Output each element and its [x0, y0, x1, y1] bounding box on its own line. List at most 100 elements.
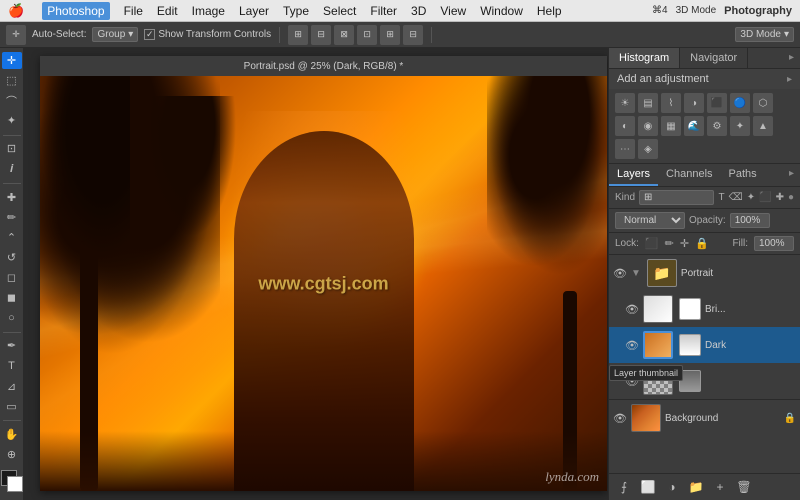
adj-gradient-icon[interactable]: ⋯ [615, 139, 635, 159]
menu-filter[interactable]: Filter [370, 4, 397, 18]
clone-tool[interactable]: ⌃ [2, 229, 22, 246]
group-portrait-arrow[interactable]: ▼ [631, 268, 641, 279]
adj-brightness-icon[interactable]: ☀ [615, 93, 635, 113]
menu-view[interactable]: View [440, 4, 466, 18]
auto-select-dropdown[interactable]: Group ▾ [92, 27, 138, 42]
workspace-label[interactable]: Photography [724, 5, 792, 17]
opacity-value[interactable]: 100% [730, 213, 770, 228]
tab-navigator[interactable]: Navigator [680, 48, 748, 68]
add-layer-btn[interactable]: + [711, 478, 729, 496]
adj-photofilter-icon[interactable]: ◉ [638, 116, 658, 136]
add-group-btn[interactable]: 📁 [687, 478, 705, 496]
blend-mode-select[interactable]: Normal [615, 212, 685, 229]
layer-dark-eye[interactable]: 👁 [625, 338, 639, 352]
menu-help[interactable]: Help [537, 4, 562, 18]
adj-invert-icon[interactable]: ⚙ [707, 116, 727, 136]
selection-tool[interactable]: ⬚ [2, 72, 22, 89]
menu-image[interactable]: Image [192, 4, 225, 18]
adj-selective-icon[interactable]: ◈ [638, 139, 658, 159]
lock-paint-icon[interactable]: ✏ [665, 237, 674, 250]
wand-tool[interactable]: ✦ [2, 112, 22, 129]
menu-3d[interactable]: 3D [411, 4, 426, 18]
layer-bg-eye[interactable]: 👁 [613, 411, 627, 425]
layer-dark[interactable]: 👁 Dark Layer thumbnail [609, 327, 800, 363]
layers-menu-arrow[interactable]: ▸ [783, 164, 800, 186]
shape-tool[interactable]: ▭ [2, 398, 22, 415]
align-middle-icon[interactable]: ⊞ [380, 25, 400, 45]
adjustments-header: Add an adjustment ▸ [609, 69, 800, 89]
menu-photoshop[interactable]: Photoshop [42, 2, 109, 20]
path-tool[interactable]: ⊿ [2, 378, 22, 395]
gradient-tool[interactable]: ◼ [2, 289, 22, 306]
eraser-tool[interactable]: ◻ [2, 269, 22, 286]
add-style-btn[interactable]: ⨍ [615, 478, 633, 496]
tab-channels[interactable]: Channels [658, 164, 720, 186]
layer-background[interactable]: 👁 Background 🔒 [609, 400, 800, 436]
adj-hsl-icon[interactable]: 🔵 [730, 93, 750, 113]
adj-levels-icon[interactable]: ▤ [638, 93, 658, 113]
tab-layers[interactable]: Layers [609, 164, 658, 186]
eyedropper-tool[interactable]: 𝒊 [2, 161, 22, 178]
tab-paths[interactable]: Paths [721, 164, 765, 186]
figure-silhouette [234, 131, 414, 491]
canvas-image[interactable]: www.cgtsj.com lynda.com [40, 76, 607, 491]
history-tool[interactable]: ↺ [2, 249, 22, 266]
move-tool[interactable]: ✛ [2, 52, 22, 69]
menu-layer[interactable]: Layer [239, 4, 269, 18]
background-color[interactable] [7, 476, 23, 492]
adj-bw-icon[interactable]: ◐ [615, 116, 635, 136]
adj-vibrance-icon[interactable]: ⬛ [707, 93, 727, 113]
layer-bri-eye[interactable]: 👁 [625, 302, 639, 316]
auto-select-label: Auto-Select: [32, 29, 86, 40]
add-mask-btn[interactable]: ⬜ [639, 478, 657, 496]
apple-menu[interactable]: 🍎 [8, 3, 24, 19]
crop-tool[interactable]: ⊡ [2, 140, 22, 157]
adj-channelmix-icon[interactable]: ▦ [661, 116, 681, 136]
adj-posterize-icon[interactable]: ✦ [730, 116, 750, 136]
adj-colorbalance-icon[interactable]: ⬡ [753, 93, 773, 113]
layer-bri[interactable]: 👁 Bri... [609, 291, 800, 327]
delete-layer-btn[interactable]: 🗑 [735, 478, 753, 496]
align-top-icon[interactable]: ⊡ [357, 25, 377, 45]
hand-tool[interactable]: ✋ [2, 426, 22, 443]
color-swatches [0, 466, 27, 496]
lock-transparent-icon[interactable]: ⬛ [645, 237, 659, 250]
menu-type[interactable]: Type [283, 4, 309, 18]
panel-menu-arrow[interactable]: ▸ [783, 48, 800, 68]
tab-histogram[interactable]: Histogram [609, 48, 680, 68]
align-center-icon[interactable]: ⊟ [311, 25, 331, 45]
layer-group-portrait: 👁 ▼ 📁 Portrait 👁 Bri... [609, 255, 800, 400]
dodge-tool[interactable]: ○ [2, 309, 22, 326]
brush-tool[interactable]: ✏ [2, 209, 22, 226]
distribute-icon[interactable]: ⊟ [403, 25, 423, 45]
group-portrait-eye[interactable]: 👁 [613, 266, 627, 280]
group-portrait-header[interactable]: 👁 ▼ 📁 Portrait [609, 255, 800, 291]
adj-curves-icon[interactable]: ⌇ [661, 93, 681, 113]
adj-threshold-icon[interactable]: ▲ [753, 116, 773, 136]
lock-move-icon[interactable]: ✛ [680, 237, 689, 250]
menu-edit[interactable]: Edit [157, 4, 178, 18]
lasso-tool[interactable]: ⌒ [2, 92, 22, 109]
show-transform-checkbox[interactable]: ✓ Show Transform Controls [144, 29, 271, 40]
menu-file[interactable]: File [124, 4, 143, 18]
pen-tool[interactable]: ✒ [2, 337, 22, 354]
zoom-tool[interactable]: ⊕ [2, 446, 22, 463]
filter-toggle[interactable]: ● [788, 192, 794, 203]
align-right-icon[interactable]: ⊠ [334, 25, 354, 45]
adjustments-menu[interactable]: ▸ [787, 74, 792, 85]
3d-mode-dropdown[interactable]: 3D Mode ▾ [735, 27, 794, 42]
text-tool[interactable]: T [2, 358, 22, 375]
threed-mode-label: 3D Mode [676, 5, 717, 16]
tree-right [487, 76, 607, 276]
menu-window[interactable]: Window [480, 4, 523, 18]
healing-tool[interactable]: ✚ [2, 189, 22, 206]
filter-type-dropdown[interactable]: ⊞ [639, 190, 714, 205]
lock-all-icon[interactable]: 🔒 [695, 237, 709, 250]
adj-exposure-icon[interactable]: ◑ [684, 93, 704, 113]
add-fill-btn[interactable]: ◑ [663, 478, 681, 496]
optionsbar: ✛ Auto-Select: Group ▾ ✓ Show Transform … [0, 22, 800, 48]
menu-select[interactable]: Select [323, 4, 356, 18]
adj-colorlookup-icon[interactable]: 🌊 [684, 116, 704, 136]
align-left-icon[interactable]: ⊞ [288, 25, 308, 45]
fill-value[interactable]: 100% [754, 236, 794, 251]
